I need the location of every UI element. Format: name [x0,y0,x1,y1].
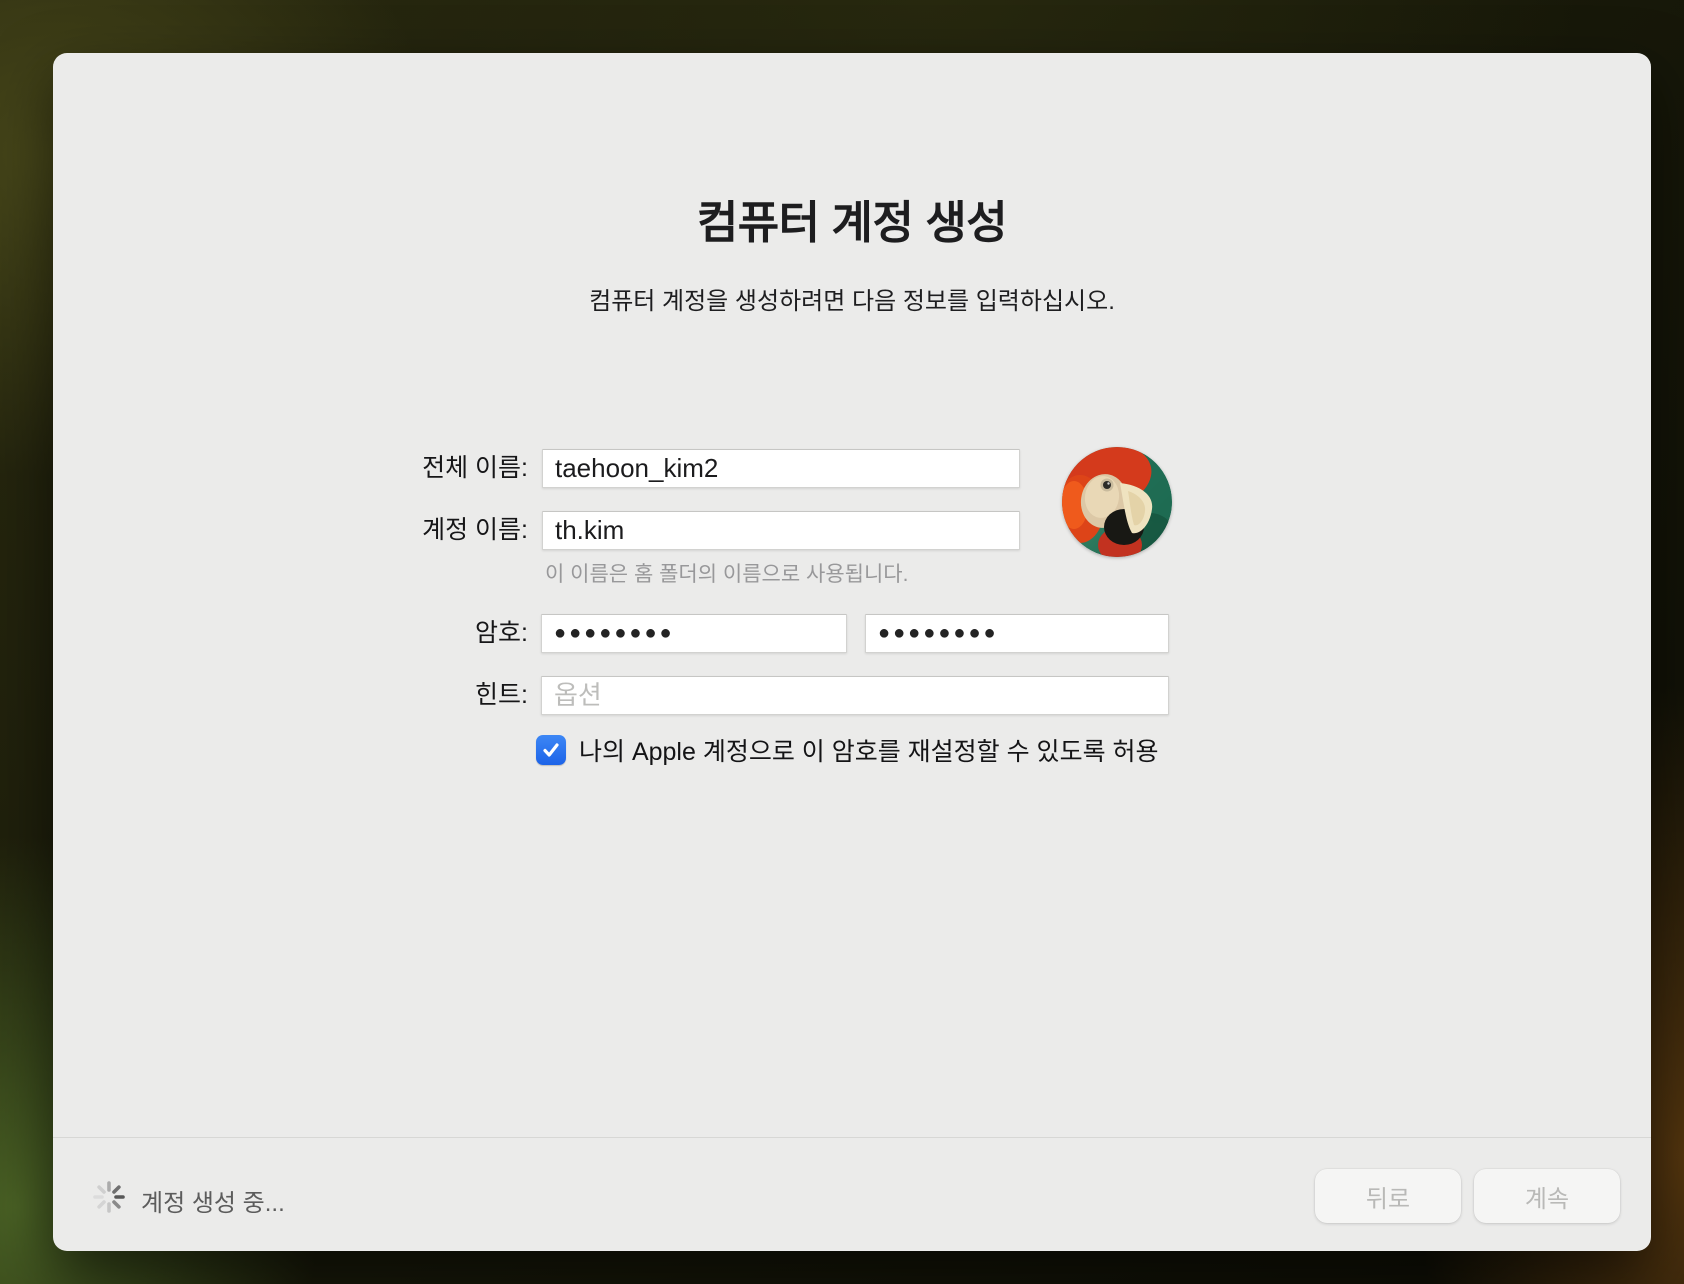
hint-input[interactable] [541,676,1169,715]
account-name-input[interactable] [542,511,1020,550]
page-title: 컴퓨터 계정 생성 [53,186,1651,251]
hint-label: 힌트: [308,676,528,715]
setup-dialog: 컴퓨터 계정 생성 컴퓨터 계정을 생성하려면 다음 정보를 입력하십시오. 전… [53,53,1651,1251]
check-icon [541,740,561,760]
spinner-icon [89,1177,129,1217]
apple-reset-row: 나의 Apple 계정으로 이 암호를 재설정할 수 있도록 허용 [536,732,1159,768]
back-button[interactable]: 뒤로 [1315,1169,1461,1223]
full-name-input[interactable] [542,449,1020,488]
footer-divider [53,1137,1651,1138]
full-name-label: 전체 이름: [308,449,528,488]
account-avatar[interactable] [1062,447,1172,557]
status-text: 계정 생성 중... [141,1183,285,1218]
account-name-label: 계정 이름: [308,511,528,550]
account-name-helper: 이 이름은 홈 폴더의 이름으로 사용됩니다. [545,558,908,588]
apple-reset-label[interactable]: 나의 Apple 계정으로 이 암호를 재설정할 수 있도록 허용 [579,732,1159,768]
password-input[interactable] [541,614,847,653]
password-label: 암호: [308,614,528,653]
password-verify-input[interactable] [865,614,1169,653]
continue-button[interactable]: 계속 [1474,1169,1620,1223]
apple-reset-checkbox[interactable] [536,735,566,765]
parrot-avatar-image [1062,447,1172,557]
page-subtitle: 컴퓨터 계정을 생성하려면 다음 정보를 입력하십시오. [53,281,1651,316]
